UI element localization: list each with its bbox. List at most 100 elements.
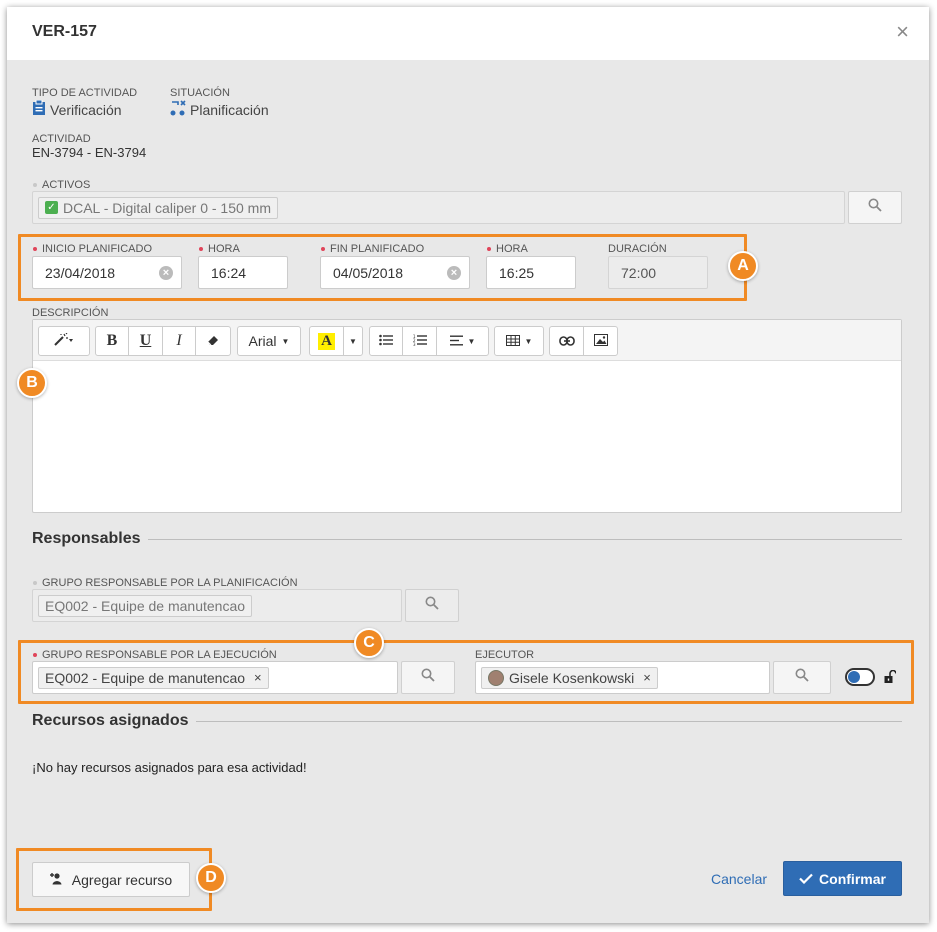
font-group: Arial ▼ <box>237 326 301 356</box>
execution-group-search-button[interactable] <box>401 661 455 694</box>
planning-group-tag-text: EQ002 - Equipe de manutencao <box>45 597 246 614</box>
activity-type-value: Verificación <box>32 99 122 119</box>
clear-start-date-icon[interactable]: × <box>159 265 173 280</box>
font-name: Arial <box>248 333 277 349</box>
svg-text:3: 3 <box>413 342 416 346</box>
executor-lock-toggle[interactable] <box>845 668 875 686</box>
remove-executor-icon[interactable]: × <box>643 670 651 685</box>
highlight-dropdown-button[interactable]: ▼ <box>344 327 362 355</box>
executor-label: EJECUTOR <box>475 649 535 661</box>
end-time-input[interactable]: 16:25 <box>486 256 576 289</box>
assets-label: ACTIVOS <box>32 179 91 191</box>
marker-d: D <box>196 863 226 893</box>
add-resource-button[interactable]: Agregar recurso <box>32 862 190 897</box>
link-icon <box>558 333 575 349</box>
description-content[interactable] <box>33 362 901 512</box>
start-date-label: INICIO PLANIFICADO <box>32 243 153 255</box>
image-icon <box>593 333 608 349</box>
align-left-icon <box>449 333 463 349</box>
format-group: B U I <box>95 326 231 356</box>
planning-group-field[interactable]: EQ002 - Equipe de manutencao <box>32 589 402 622</box>
table-icon <box>505 333 520 349</box>
asset-tag-text: DCAL - Digital caliper 0 - 150 mm <box>63 199 271 216</box>
executor-tag-text: Gisele Kosenkowski <box>509 669 635 686</box>
start-date-value: 23/04/2018 <box>45 264 116 281</box>
description-editor[interactable]: B U I Arial ▼ A ▼ 1 2 3 ▼ ▼ <box>32 319 902 513</box>
bold-button[interactable]: B <box>96 327 129 355</box>
execution-group-field[interactable]: EQ002 - Equipe de manutencao × <box>32 661 398 694</box>
resources-empty-message: ¡No hay recursos asignados para esa acti… <box>32 760 307 775</box>
check-icon <box>799 871 813 887</box>
confirm-button[interactable]: Confirmar <box>783 861 902 896</box>
duration-field: 72:00 <box>608 256 708 289</box>
italic-button[interactable]: I <box>163 327 196 355</box>
activity-dialog: VER-157 × TIPO DE ACTIVIDAD Verificación… <box>7 7 929 923</box>
planning-icon <box>170 100 186 119</box>
remove-execution-group-icon[interactable]: × <box>254 670 262 685</box>
align-button[interactable]: ▼ <box>437 327 488 355</box>
status-text: Planificación <box>190 101 269 118</box>
table-group: ▼ <box>494 326 544 356</box>
eraser-button[interactable] <box>196 327 230 355</box>
start-time-input[interactable]: 16:24 <box>198 256 288 289</box>
assets-search-button[interactable] <box>848 191 902 224</box>
description-label: DESCRIPCIÓN <box>32 307 109 319</box>
numbered-list-button[interactable]: 123 <box>403 327 437 355</box>
check-icon: ✓ <box>45 201 58 214</box>
execution-group-label: GRUPO RESPONSABLE POR LA EJECUCIÓN <box>33 649 277 661</box>
start-date-input[interactable]: 23/04/2018 × <box>32 256 182 289</box>
execution-group-tag-text: EQ002 - Equipe de manutencao <box>45 669 246 686</box>
avatar <box>488 669 504 686</box>
bullet-list-icon <box>379 333 393 349</box>
close-icon[interactable]: × <box>896 21 909 43</box>
highlight-group: A ▼ <box>309 326 363 356</box>
planning-group-search-button[interactable] <box>405 589 459 622</box>
toggle-knob <box>848 671 860 683</box>
resources-section-title: Recursos asignados <box>32 712 189 729</box>
caret-down-icon: ▼ <box>281 336 290 346</box>
activity-label: ACTIVIDAD <box>32 133 91 145</box>
section-divider <box>148 539 902 540</box>
font-select-button[interactable]: Arial ▼ <box>238 327 300 355</box>
cancel-link[interactable]: Cancelar <box>711 871 767 887</box>
end-time-value: 16:25 <box>499 264 535 281</box>
search-icon <box>425 596 439 615</box>
link-button[interactable] <box>550 327 584 355</box>
activity-type-label: TIPO DE ACTIVIDAD <box>32 87 138 99</box>
assets-field[interactable]: ✓ DCAL - Digital caliper 0 - 150 mm <box>32 191 845 224</box>
section-divider <box>196 721 902 722</box>
asset-tag: ✓ DCAL - Digital caliper 0 - 150 mm <box>38 196 278 219</box>
executor-search-button[interactable] <box>773 661 831 694</box>
magic-wand-icon <box>53 332 75 350</box>
executor-field[interactable]: Gisele Kosenkowski × <box>475 661 770 694</box>
activity-value: EN-3794 - EN-3794 <box>32 145 147 160</box>
start-time-value: 16:24 <box>211 264 247 281</box>
search-icon <box>795 668 809 687</box>
highlight-color-button[interactable]: A <box>310 327 344 355</box>
executor-tag: Gisele Kosenkowski × <box>481 666 658 689</box>
marker-c: C <box>354 628 384 658</box>
unlock-icon <box>884 669 897 689</box>
clipboard-icon <box>32 99 46 119</box>
table-button[interactable]: ▼ <box>495 327 543 355</box>
clear-end-date-icon[interactable]: × <box>447 265 461 280</box>
search-icon <box>868 198 882 217</box>
status-value: Planificación <box>170 100 269 119</box>
magic-wand-group <box>38 326 90 356</box>
caret-down-icon: ▼ <box>524 336 533 346</box>
planning-group-label: GRUPO RESPONSABLE POR LA PLANIFICACIÓN <box>33 577 298 589</box>
magic-wand-button[interactable] <box>39 327 89 355</box>
editor-toolbar: B U I Arial ▼ A ▼ 1 2 3 ▼ ▼ <box>33 320 901 361</box>
highlight-letter: A <box>318 332 335 350</box>
start-time-label: HORA <box>199 243 240 255</box>
end-date-input[interactable]: 04/05/2018 × <box>320 256 470 289</box>
insert-group <box>549 326 618 356</box>
underline-button[interactable]: U <box>129 327 163 355</box>
add-resource-icon <box>49 872 64 888</box>
bullet-list-button[interactable] <box>370 327 403 355</box>
confirm-label: Confirmar <box>819 870 886 887</box>
status-label: SITUACIÓN <box>170 87 230 99</box>
add-resource-label: Agregar recurso <box>71 871 173 888</box>
responsibles-section-title: Responsables <box>32 530 141 547</box>
image-button[interactable] <box>584 327 617 355</box>
